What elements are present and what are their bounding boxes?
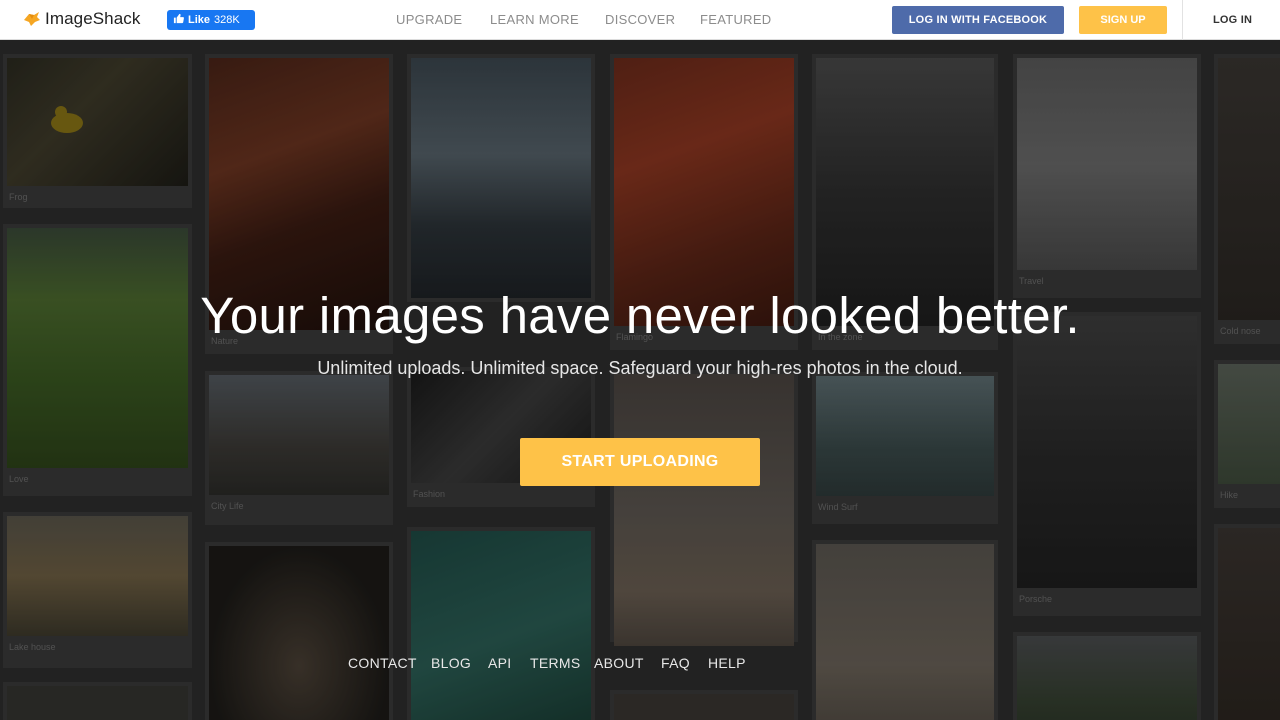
nav-featured[interactable]: FEATURED xyxy=(700,12,772,27)
header-divider xyxy=(1182,0,1183,40)
logo-text: ImageShack xyxy=(45,9,141,28)
imageshack-logo[interactable]: ImageShack xyxy=(23,9,141,29)
facebook-like-count: 328K xyxy=(214,14,240,26)
frog-logo-icon xyxy=(23,11,41,27)
footer-link-terms[interactable]: TERMS xyxy=(530,655,581,671)
login-with-facebook-button[interactable]: LOG IN WITH FACEBOOK xyxy=(892,6,1064,34)
top-navigation-bar: ImageShack Like 328K UPGRADE LEARN MORE … xyxy=(0,0,1280,40)
thumbs-up-icon xyxy=(173,13,184,27)
footer-link-help[interactable]: HELP xyxy=(708,655,746,671)
facebook-like-button[interactable]: Like 328K xyxy=(167,10,255,30)
nav-learn-more[interactable]: LEARN MORE xyxy=(490,12,579,27)
footer-link-contact[interactable]: CONTACT xyxy=(348,655,417,671)
facebook-like-label: Like xyxy=(188,14,211,26)
hero-title: Your images have never looked better. xyxy=(200,287,1080,344)
footer-link-blog[interactable]: BLOG xyxy=(431,655,471,671)
dark-overlay xyxy=(0,40,1280,720)
login-link[interactable]: LOG IN xyxy=(1213,14,1252,26)
signup-button[interactable]: SIGN UP xyxy=(1079,6,1167,34)
nav-upgrade[interactable]: UPGRADE xyxy=(396,12,462,27)
footer-link-faq[interactable]: FAQ xyxy=(661,655,690,671)
footer-link-about[interactable]: ABOUT xyxy=(594,655,644,671)
hero-subtitle: Unlimited uploads. Unlimited space. Safe… xyxy=(317,358,963,378)
start-uploading-button[interactable]: START UPLOADING xyxy=(520,438,760,486)
footer-link-api[interactable]: API xyxy=(488,655,511,671)
nav-discover[interactable]: DISCOVER xyxy=(605,12,675,27)
